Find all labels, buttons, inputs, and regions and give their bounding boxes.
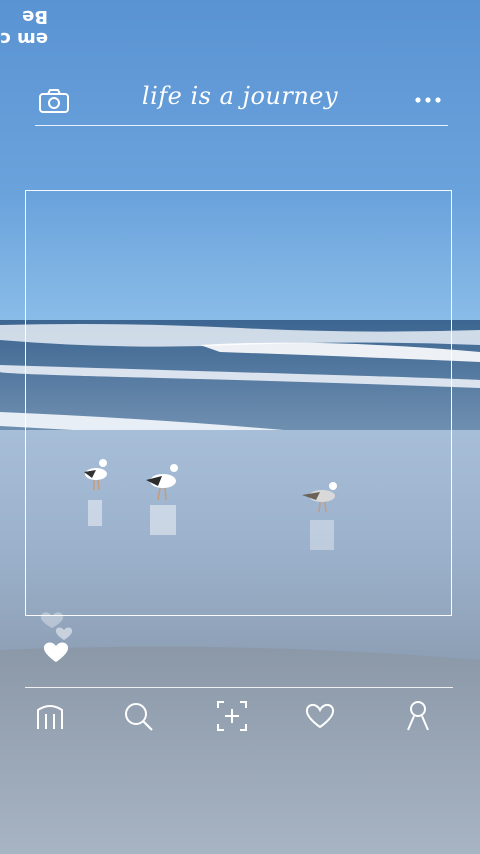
- home-icon[interactable]: [32, 698, 68, 734]
- nav-divider: [25, 687, 453, 688]
- more-dots-icon[interactable]: [414, 92, 442, 108]
- header-divider: [35, 125, 448, 126]
- heart-outline-icon[interactable]: [302, 698, 338, 734]
- search-icon[interactable]: [120, 698, 156, 734]
- overlay-caption-line2: Be: [22, 6, 48, 27]
- overlay-caption: em c Be: [0, 0, 48, 52]
- heart-icon[interactable]: [38, 610, 82, 668]
- page-title: life is a journey: [141, 82, 339, 110]
- camera-icon[interactable]: [38, 88, 70, 114]
- post-frame[interactable]: [25, 190, 452, 616]
- overlay-caption-line1: em c: [0, 28, 48, 49]
- add-square-icon[interactable]: [214, 698, 250, 734]
- profile-icon[interactable]: [400, 698, 436, 734]
